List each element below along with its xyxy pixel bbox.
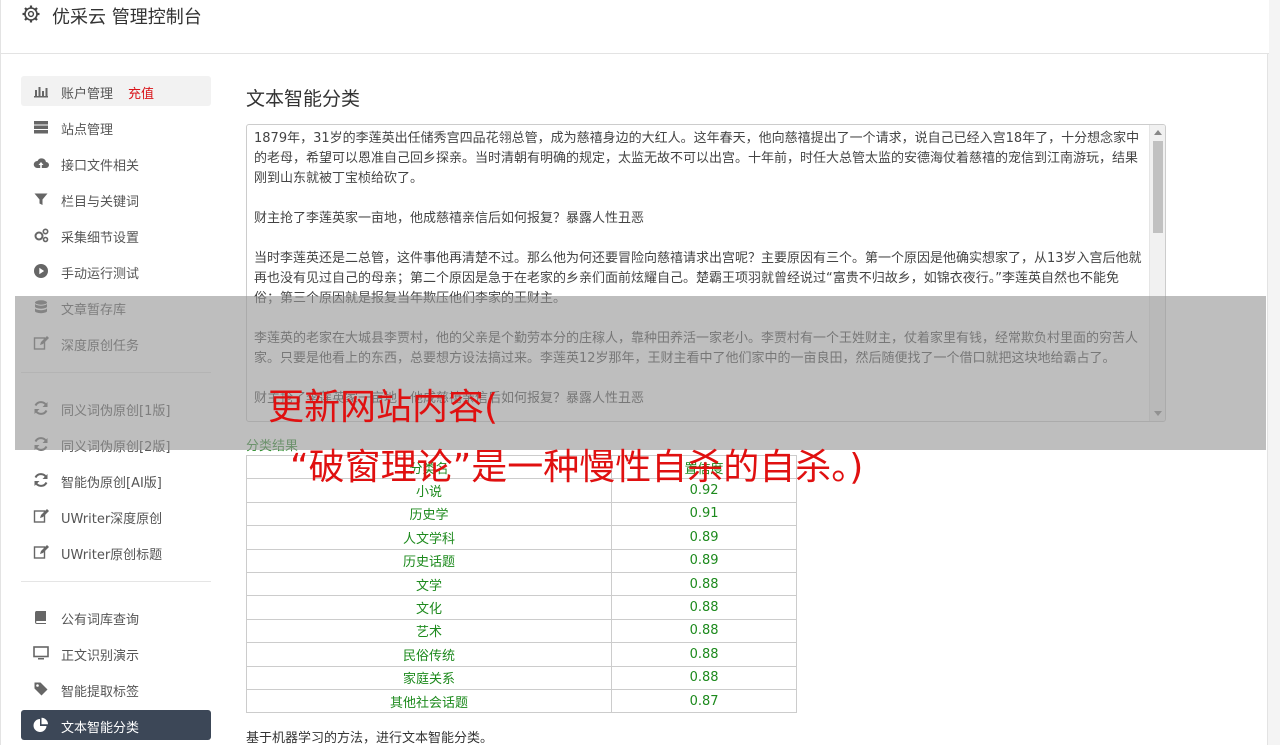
confidence-cell: 0.88 [611, 571, 797, 597]
section-heading: 文本智能分类 [246, 88, 361, 110]
scroll-up-icon[interactable] [1154, 130, 1162, 135]
sidebar-item-label: 站点管理 [61, 123, 114, 138]
table-row: 历史话题 0.89 [245, 548, 797, 573]
main-panel: 文本智能分类 1879年，31岁的李莲英出任储秀宫四品花翎总管，成为慈禧身边的大… [245, 84, 1166, 745]
table-row: 人文学科 0.89 [245, 525, 797, 550]
sidebar-item-label: 手动运行测试 [61, 267, 140, 282]
sidebar-item[interactable]: 账户管理 充值 [21, 76, 211, 106]
refresh-icon [34, 473, 48, 487]
recharge-link[interactable]: 充值 [128, 83, 154, 102]
category-cell: 文学 [245, 571, 613, 597]
confidence-cell: 0.89 [611, 525, 797, 550]
monitor-icon [33, 646, 49, 660]
sidebar-item-label: UWriter原创标题 [61, 548, 163, 563]
table-row: 其他社会话题 0.87 [245, 688, 797, 714]
pie-chart-icon [33, 717, 48, 732]
sidebar-item-label: 接口文件相关 [61, 159, 140, 174]
category-cell: 文化 [245, 595, 613, 620]
confidence-cell: 0.89 [611, 548, 797, 573]
scrollbar-thumb[interactable] [1153, 141, 1163, 233]
table-row: 文化 0.88 [245, 595, 797, 620]
category-cell: 艺术 [245, 618, 613, 644]
classification-table: 分类名 置信度 小说 0.92 历史学 0.91 人文学科 0.89 历史话题 0.89 文学 0… [245, 454, 797, 714]
table-row: 文学 0.88 [245, 571, 797, 597]
server-icon [34, 121, 48, 134]
bar-chart-icon [34, 87, 48, 98]
confidence-cell: 0.87 [611, 688, 797, 714]
sidebar-item[interactable]: UWriter原创标题 [21, 537, 211, 567]
category-cell: 历史学 [245, 501, 613, 527]
sidebar-item-label: 采集细节设置 [61, 231, 140, 246]
article-paragraph: 财主抢了李莲英家一亩地，他成慈禧亲信后如何报复？暴露人性丑恶 [254, 211, 645, 226]
sidebar-item-label: 正文识别演示 [61, 649, 140, 664]
article-paragraph: 1879年，31岁的李莲英出任储秀宫四品花翎总管，成为慈禧身边的大红人。这年春天… [254, 131, 1140, 186]
gear-icon [22, 5, 40, 23]
page-title: 优采云 管理控制台 [52, 7, 202, 28]
sidebar-item[interactable]: UWriter深度原创 [21, 501, 211, 531]
sidebar-item-label: 智能伪原创[AI版] [61, 476, 162, 491]
top-bar: 优采云 管理控制台 [1, 0, 1269, 54]
sidebar-item-label: 智能提取标签 [61, 685, 140, 700]
confidence-cell: 0.88 [611, 618, 797, 644]
book-icon [34, 611, 46, 624]
table-row: 历史学 0.91 [245, 501, 797, 527]
watermark-line-1: 更新网站内容( [268, 387, 499, 428]
sidebar-item[interactable]: 接口文件相关 [21, 148, 211, 178]
watermark-line-2: “破窗理论”是一种慢性自杀的自杀。) [290, 447, 864, 488]
sidebar-item[interactable]: 站点管理 [21, 112, 211, 142]
confidence-cell: 0.88 [611, 642, 797, 667]
table-row: 艺术 0.88 [245, 618, 797, 644]
sidebar-item[interactable]: 公有词库查询 [21, 602, 211, 632]
table-row: 民俗传统 0.88 [245, 642, 797, 667]
sidebar-item-label: 文本智能分类 [61, 721, 140, 736]
sidebar-item-label: 账户管理 [61, 87, 114, 102]
table-row: 家庭关系 0.88 [245, 665, 797, 690]
sidebar-item[interactable]: 采集细节设置 [21, 220, 211, 250]
confidence-cell: 0.88 [611, 595, 797, 620]
tag-icon [34, 682, 48, 696]
gears-icon [34, 228, 49, 243]
edit-icon [33, 545, 49, 559]
category-cell: 历史话题 [245, 548, 613, 573]
sidebar-item[interactable]: 手动运行测试 [21, 256, 211, 286]
edit-icon [33, 509, 49, 523]
sidebar-item[interactable]: 正文识别演示 [21, 638, 211, 668]
confidence-cell: 0.88 [611, 665, 797, 690]
filter-icon [34, 193, 48, 205]
sidebar-item-label: UWriter深度原创 [61, 512, 163, 527]
sidebar-divider [21, 581, 211, 582]
footnote: 基于机器学习的方法，进行文本智能分类。 [246, 731, 494, 745]
category-cell: 家庭关系 [245, 665, 613, 690]
watermark-overlay [15, 296, 1266, 450]
sidebar-item[interactable]: 栏目与关键词 [21, 184, 211, 214]
sidebar-item-label: 栏目与关键词 [61, 195, 140, 210]
category-cell: 其他社会话题 [245, 688, 613, 714]
cloud-upload-icon [33, 158, 49, 168]
category-cell: 民俗传统 [245, 642, 613, 667]
sidebar-item-label: 公有词库查询 [61, 613, 140, 628]
confidence-cell: 0.91 [611, 501, 797, 527]
play-circle-icon [34, 264, 48, 278]
sidebar-item[interactable]: 智能提取标签 [21, 674, 211, 704]
sidebar-item[interactable]: 文本智能分类 [21, 710, 211, 740]
category-cell: 人文学科 [245, 525, 613, 550]
sidebar-item[interactable]: 智能伪原创[AI版] [21, 465, 211, 495]
